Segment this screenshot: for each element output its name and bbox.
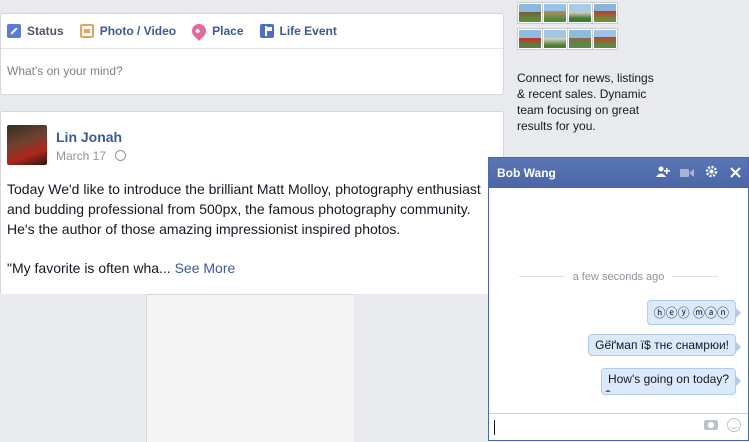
post-excerpt: "My favorite is often wha... See More: [7, 260, 235, 276]
ad-description[interactable]: Connect for news, listings & recent sale…: [517, 70, 657, 134]
chat-header[interactable]: Bob Wang: [489, 158, 748, 188]
chat-timestamp: a few seconds ago: [489, 269, 748, 283]
listing-thumb[interactable]: [593, 29, 617, 49]
chat-message-text: How's going on today?: [607, 372, 729, 386]
chat-window: Bob Wang a few seconds ago ⓗⓔⓨ ⓜⓐⓝ Gё̈ґм…: [488, 157, 749, 441]
chat-message[interactable]: Gё̈ґмап ї$ тнє снамрюи!: [588, 334, 741, 356]
chat-header-actions: [646, 165, 742, 181]
tab-status-label: Status: [27, 24, 64, 38]
emoji-icon[interactable]: [727, 418, 741, 432]
post-media-placeholder: [146, 294, 354, 442]
listing-thumb[interactable]: [593, 3, 617, 23]
avatar[interactable]: [7, 125, 47, 165]
tab-life-event-label: Life Event: [279, 24, 337, 38]
photo-icon: [79, 24, 94, 38]
gear-icon[interactable]: [704, 165, 718, 181]
chat-timestamp-text: a few seconds ago: [564, 271, 673, 283]
chat-message-input[interactable]: [489, 413, 748, 440]
listing-thumb[interactable]: [543, 29, 567, 49]
excerpt-text: "My favorite is often wha...: [7, 260, 171, 276]
post-author[interactable]: Lin Jonah: [56, 129, 122, 145]
tab-place[interactable]: Place: [189, 21, 244, 41]
listing-thumb[interactable]: [568, 29, 592, 49]
status-input[interactable]: What's on your mind?: [7, 64, 123, 78]
chat-contact-name[interactable]: Bob Wang: [497, 166, 556, 180]
post-text-line: Today We'd like to introduce the brillia…: [7, 181, 481, 197]
post-date[interactable]: March 17: [56, 149, 106, 163]
location-pin-icon: [189, 21, 210, 41]
tab-place-label: Place: [212, 24, 244, 38]
status-composer: Status Photo / Video Place Life Event Wh…: [0, 13, 504, 95]
listing-thumb[interactable]: [543, 3, 567, 23]
add-friend-icon[interactable]: [656, 165, 670, 181]
listing-thumb[interactable]: [518, 29, 542, 49]
pencil-icon: [7, 24, 21, 38]
ad-thumbnails[interactable]: [517, 2, 617, 52]
composer-tabs: Status Photo / Video Place Life Event: [1, 14, 503, 49]
post-text: Today We'd like to introduce the brillia…: [7, 179, 499, 239]
see-more-link[interactable]: See More: [175, 260, 236, 276]
chat-message[interactable]: ⓗⓔⓨ ⓜⓐⓝ: [646, 300, 742, 325]
post-text-line: He's the author of those amazing impress…: [7, 221, 401, 237]
feed-post: Lin Jonah March 17 Today We'd like to in…: [0, 111, 504, 294]
tab-photo-video-label: Photo / Video: [99, 24, 177, 38]
close-icon[interactable]: [728, 165, 742, 181]
post-text-line: and budding professional from 500px, the…: [7, 201, 471, 217]
text-cursor: [494, 420, 495, 435]
globe-icon: [115, 150, 126, 161]
listing-thumb[interactable]: [568, 3, 592, 23]
tab-status[interactable]: Status: [7, 24, 64, 38]
tab-life-event[interactable]: Life Event: [259, 24, 337, 38]
video-call-icon[interactable]: [680, 165, 694, 181]
chat-message[interactable]: How's going on today? ̤̱̲̳̤̱̲̳̤̱̲̳̤̱̲̳̤̱…: [600, 368, 742, 395]
listing-thumb[interactable]: [518, 3, 542, 23]
tab-photo-video[interactable]: Photo / Video: [79, 24, 177, 38]
camera-icon[interactable]: [704, 420, 718, 430]
flag-icon: [259, 24, 274, 38]
